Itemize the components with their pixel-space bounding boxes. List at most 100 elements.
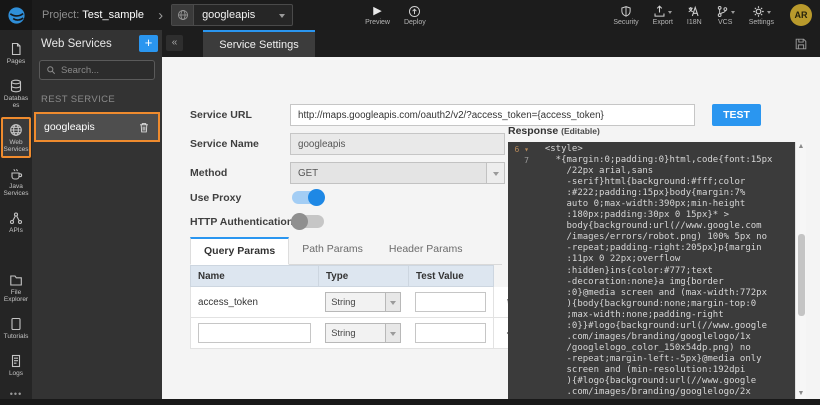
wave-logo-icon xyxy=(7,6,26,25)
deploy-icon xyxy=(408,5,421,18)
code-area[interactable]: 6 ▾ <style> 7 *{margin:0;padding:0}html,… xyxy=(508,142,795,399)
sidebar-item-apis[interactable]: APIs xyxy=(1,205,31,239)
query-params-table: Name Type Test Value access_token String xyxy=(190,265,528,349)
vcs-label: VCS xyxy=(718,19,732,26)
tab-service-settings[interactable]: Service Settings xyxy=(203,30,315,57)
globe-icon xyxy=(9,123,23,137)
code-text: body{background:url(//www.google.com xyxy=(534,221,762,232)
tab-query-params[interactable]: Query Params xyxy=(190,237,289,265)
code-line: -serif}html{background:#fff;color xyxy=(508,177,795,188)
code-text: ){body{background:none;margin-top:0 xyxy=(534,299,756,310)
code-line: /22px arial,sans xyxy=(508,166,795,177)
line-number xyxy=(508,277,534,288)
response-label: Response (Editable) xyxy=(508,125,600,137)
service-url-input[interactable] xyxy=(290,104,695,126)
breadcrumb-chevron-icon: › xyxy=(158,8,163,23)
tab-path-params[interactable]: Path Params xyxy=(289,237,376,264)
top-bar: Project:Test_sample › googleapis ▶ Previ… xyxy=(0,0,820,30)
new-param-type-select[interactable]: String xyxy=(325,323,400,343)
code-text: <style> xyxy=(534,144,583,155)
response-code-editor[interactable]: 6 ▾ <style> 7 *{margin:0;padding:0}html,… xyxy=(508,142,806,399)
service-list-item-googleapis[interactable]: googleapis xyxy=(34,112,160,142)
deploy-button[interactable]: Deploy xyxy=(404,5,426,26)
editor-scrollbar[interactable]: ▲ ▼ xyxy=(795,142,806,399)
i18n-label: I18N xyxy=(687,19,702,26)
project-name: Test_sample xyxy=(82,9,144,21)
add-service-button[interactable]: + xyxy=(139,35,158,52)
panel-title: Web Services xyxy=(41,38,139,50)
param-type-select[interactable]: String xyxy=(325,292,400,312)
code-line: 6 ▾ <style> xyxy=(508,144,795,155)
use-proxy-label: Use Proxy xyxy=(190,192,241,204)
left-sidebar: Pages Databases Web Services Java Servic… xyxy=(0,30,32,405)
param-test-value-input[interactable] xyxy=(415,292,487,312)
pages-icon xyxy=(9,42,23,56)
search-input[interactable] xyxy=(61,65,146,76)
chevron-down-icon xyxy=(668,11,672,16)
tab-strip: « Service Settings xyxy=(162,30,820,57)
settings-label: Settings xyxy=(749,19,774,26)
wavemaker-logo-icon[interactable] xyxy=(0,0,32,30)
web-services-panel: Web Services + REST SERVICE googleapis xyxy=(32,30,162,405)
code-text: :hidden}ins{color:#777;text xyxy=(534,266,713,277)
user-avatar[interactable]: AR xyxy=(790,4,812,26)
preview-button[interactable]: ▶ Preview xyxy=(365,5,390,26)
method-select[interactable]: GET xyxy=(290,162,505,184)
line-number xyxy=(508,166,534,177)
use-proxy-toggle[interactable] xyxy=(292,191,324,204)
sidebar-item-pages[interactable]: Pages xyxy=(1,36,31,70)
service-selector-dropdown[interactable]: googleapis xyxy=(171,4,293,26)
column-header-type: Type xyxy=(318,265,408,287)
export-button[interactable]: Export xyxy=(653,5,673,26)
tab-header-params[interactable]: Header Params xyxy=(376,237,476,264)
code-text: /images/errors/robot.png) 100% 5px no xyxy=(534,232,767,243)
preview-icon: ▶ xyxy=(373,5,381,18)
topbar-right-actions: Security Export I18N xyxy=(599,4,820,26)
http-auth-label: HTTP Authentication xyxy=(190,216,293,228)
service-search-box[interactable] xyxy=(39,60,155,80)
sidebar-more-icon[interactable]: ••• xyxy=(10,389,22,399)
method-value: GET xyxy=(291,168,486,179)
sidebar-item-label: File Explorer xyxy=(3,289,29,303)
new-param-test-value-input[interactable] xyxy=(415,323,487,343)
scrollbar-thumb[interactable] xyxy=(798,234,805,316)
shield-icon xyxy=(620,5,632,18)
code-text: auto 0;max-width:390px;min-height xyxy=(534,199,745,210)
vcs-button[interactable]: VCS xyxy=(716,5,735,26)
param-name-value: access_token xyxy=(191,287,318,317)
sidebar-item-java-services[interactable]: Java Services xyxy=(1,161,31,202)
sidebar-item-web-services[interactable]: Web Services xyxy=(1,117,31,158)
bottom-bar xyxy=(0,399,820,405)
settings-button[interactable]: Settings xyxy=(749,5,774,26)
sidebar-item-file-explorer[interactable]: File Explorer xyxy=(1,267,31,308)
project-label: Project: xyxy=(42,9,79,21)
delete-service-icon[interactable] xyxy=(138,121,150,134)
branch-icon xyxy=(716,5,729,18)
code-line: :180px;padding:30px 0 15px}* > xyxy=(508,210,795,221)
i18n-button[interactable]: I18N xyxy=(687,5,702,26)
line-number xyxy=(508,177,534,188)
code-line: /googlelogo_color_150x54dp.png) no xyxy=(508,343,795,354)
chevron-down-icon xyxy=(767,11,771,16)
code-line: :11px 0 22px;overflow xyxy=(508,254,795,265)
code-text: :0}}#logo{background:url(//www.google xyxy=(534,321,767,332)
sidebar-item-tutorials[interactable]: Tutorials xyxy=(1,311,31,345)
scroll-down-icon[interactable]: ▼ xyxy=(796,389,806,399)
sidebar-item-label: Java Services xyxy=(3,183,29,197)
security-button[interactable]: Security xyxy=(613,5,638,26)
code-text: ;max-width:none;padding-right xyxy=(534,310,724,321)
security-label: Security xyxy=(613,19,638,26)
save-icon[interactable] xyxy=(794,37,808,51)
scroll-up-icon[interactable]: ▲ xyxy=(796,142,806,152)
sidebar-item-databases[interactable]: Databases xyxy=(1,73,31,114)
collapse-panel-button[interactable]: « xyxy=(166,35,183,51)
sidebar-item-logs[interactable]: Logs xyxy=(1,348,31,382)
code-text: *{margin:0;padding:0}html,code{font:15px xyxy=(534,155,772,166)
new-param-name-input[interactable] xyxy=(198,323,311,343)
service-selector-value: googleapis xyxy=(194,9,277,21)
test-button[interactable]: TEST xyxy=(712,104,761,126)
coffee-cup-icon xyxy=(9,167,23,181)
export-icon xyxy=(653,5,666,18)
http-auth-toggle[interactable] xyxy=(292,215,324,228)
code-line: /images/errors/robot.png) 100% 5px no xyxy=(508,232,795,243)
